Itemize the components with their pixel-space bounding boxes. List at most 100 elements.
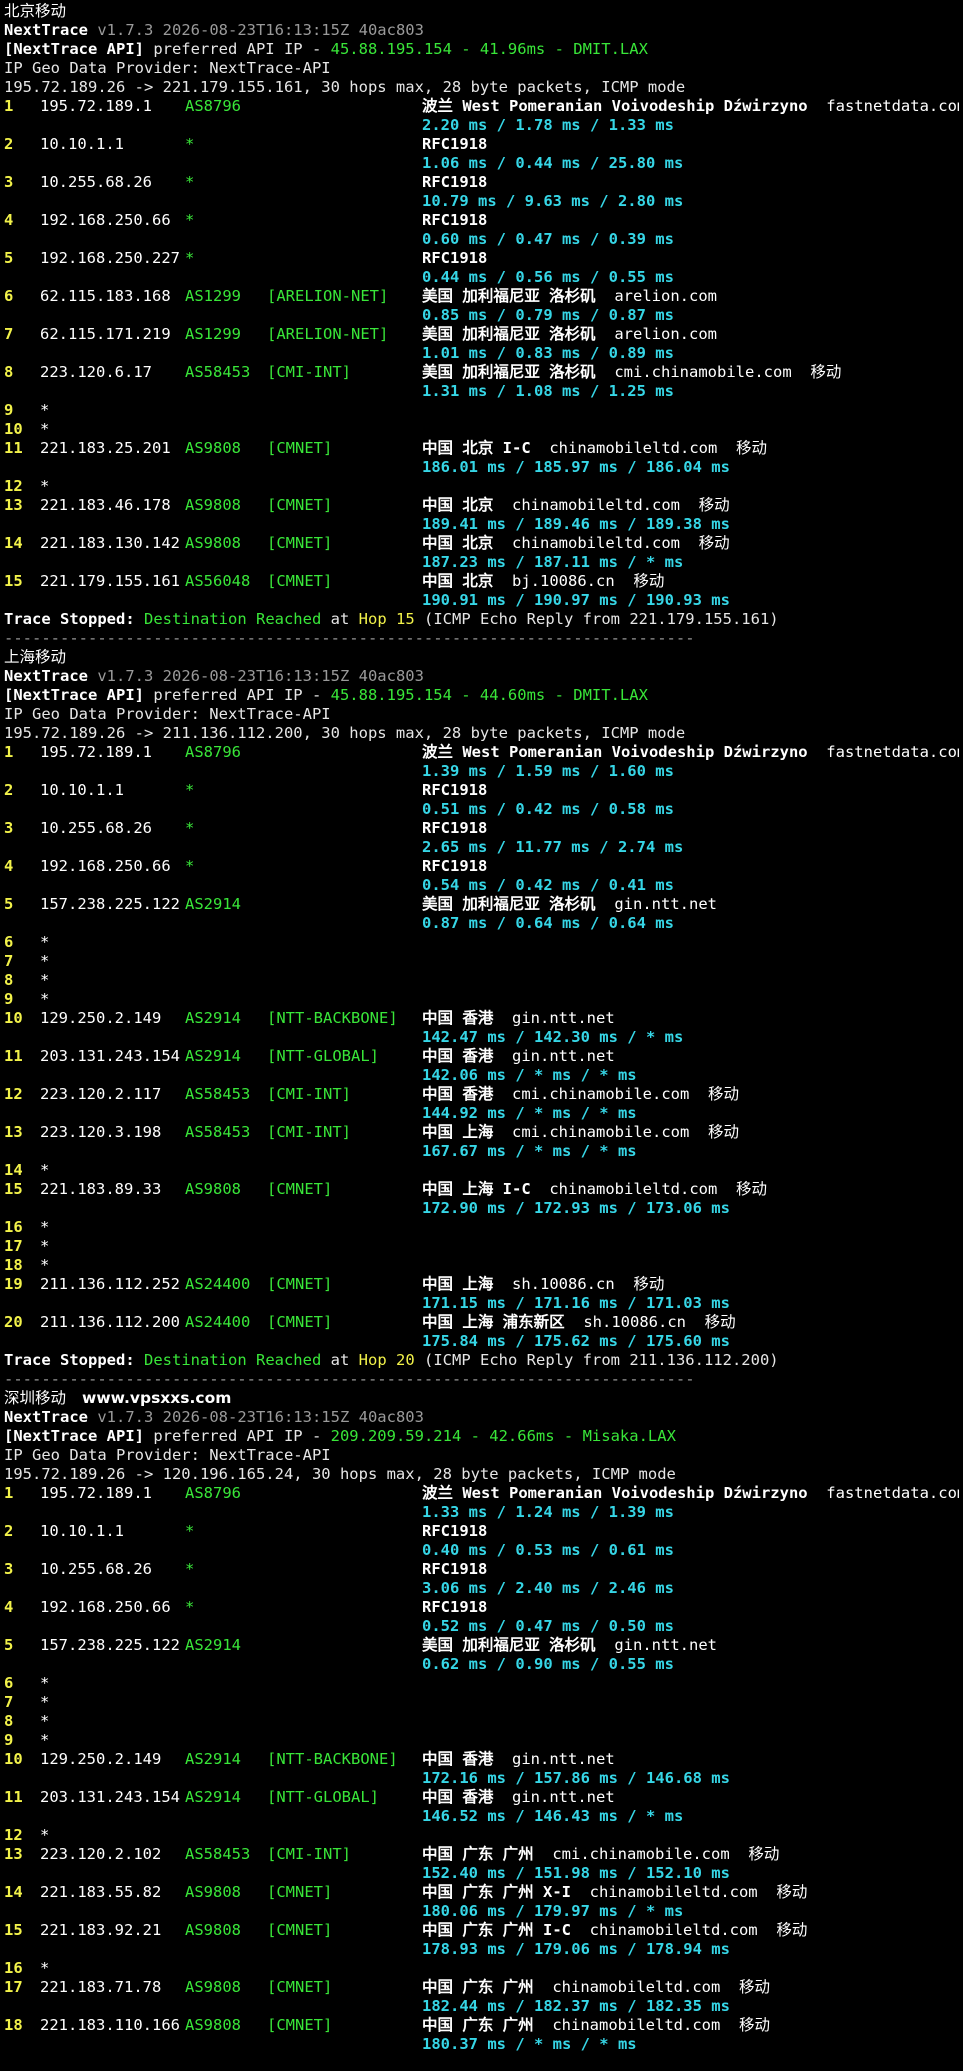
- hop-host: arelion.com: [614, 325, 717, 343]
- hop-row: 2 10.10.1.1 * RFC1918: [4, 781, 959, 800]
- hop-geo: 中国 香港 gin.ntt.net: [422, 1047, 959, 1066]
- hop-geo: 中国 广东 广州 I-C chinamobileltd.com 移动: [422, 1921, 959, 1940]
- hop-location: 中国 广东 广州 I-C: [422, 1921, 571, 1939]
- hop-geo: [422, 971, 959, 990]
- hop-row: 7 *: [4, 1693, 959, 1712]
- hop-row: 3 10.255.68.26 * RFC1918: [4, 173, 959, 192]
- hop-ip: *: [40, 990, 50, 1008]
- hop-geo: RFC1918: [422, 1598, 959, 1617]
- hop-asn: AS9808: [185, 1921, 241, 1939]
- hop-asn: *: [185, 781, 195, 799]
- hop-ip: 223.120.3.198: [40, 1123, 162, 1141]
- hop-geo: 美国 加利福尼亚 洛杉矶 arelion.com: [422, 325, 959, 344]
- hop-tag: [CMNET]: [267, 2016, 333, 2034]
- hop-location: 中国 香港: [422, 1047, 494, 1065]
- nexttrace-label: NextTrace: [4, 21, 88, 39]
- hop-row: 8 *: [4, 971, 959, 990]
- hop-location: 中国 上海: [422, 1275, 494, 1293]
- hop-number: 8: [4, 1712, 14, 1730]
- hop-number: 7: [4, 1693, 14, 1711]
- hop-tag: [267, 990, 422, 1009]
- hop-ip: *: [40, 420, 50, 438]
- hop-location: 中国 北京: [422, 496, 494, 514]
- api-line: [NextTrace API] preferred API IP - 45.88…: [4, 40, 959, 59]
- hop-rtt: 146.52 ms / 146.43 ms / * ms: [422, 1807, 684, 1825]
- hop-host: chinamobileltd.com: [552, 2016, 721, 2034]
- hop-row: 12 *: [4, 477, 959, 496]
- hop-location: 中国 广东 广州: [422, 1978, 534, 1996]
- hop-tag: [CMNET]: [267, 1921, 333, 1939]
- hop-number: 1: [4, 97, 14, 115]
- hop-tag: [CMNET]: [267, 1978, 333, 1996]
- trace-stopped-label: Trace Stopped:: [4, 610, 135, 628]
- hop-geo: [422, 1256, 959, 1275]
- hop-tag: [267, 781, 422, 800]
- hop-asn: AS24400: [185, 1313, 251, 1331]
- hop-row: 16 *: [4, 1959, 959, 1978]
- hop-row: 11 203.131.243.154 AS2914 [NTT-GLOBAL] 中国 香港…: [4, 1788, 959, 1807]
- hop-rtt: 2.65 ms / 11.77 ms / 2.74 ms: [422, 838, 684, 856]
- section-heading: 北京移动: [4, 2, 959, 21]
- hop-location: 中国 香港: [422, 1788, 494, 1806]
- hop-geo: 中国 上海 I-C chinamobileltd.com 移动: [422, 1180, 959, 1199]
- hop-location: RFC1918: [422, 211, 488, 229]
- destination-reached: Destination Reached: [144, 610, 322, 628]
- trace-stopped-label: Trace Stopped:: [4, 1351, 135, 1369]
- hop-ip: *: [40, 477, 50, 495]
- hop-rtt: 0.40 ms / 0.53 ms / 0.61 ms: [422, 1541, 674, 1559]
- route-line: 195.72.189.26 -> 120.196.165.24, 30 hops…: [4, 1465, 676, 1483]
- hop-tag: [267, 1161, 422, 1180]
- hop-asn: [185, 477, 267, 496]
- hop-isp: 移动: [739, 1978, 771, 1996]
- hop-ip: 223.120.2.117: [40, 1085, 162, 1103]
- hop-asn: AS9808: [185, 1978, 241, 1996]
- hop-ip: 192.168.250.227: [40, 249, 180, 267]
- watermark-site: www.vpsxxs.com: [82, 1389, 232, 1407]
- hop-number: 12: [4, 1826, 23, 1844]
- hop-ip: 221.179.155.161: [40, 572, 180, 590]
- hop-isp: 移动: [698, 496, 730, 514]
- hop-geo: 中国 广东 广州 cmi.chinamobile.com 移动: [422, 1845, 959, 1864]
- hop-geo: 美国 加利福尼亚 洛杉矶 gin.ntt.net: [422, 895, 959, 914]
- geo-provider: IP Geo Data Provider: NextTrace-API: [4, 1446, 331, 1464]
- hop-ip: 211.136.112.252: [40, 1275, 180, 1293]
- hop-ip: 221.183.25.201: [40, 439, 171, 457]
- hop-number: 20: [4, 1313, 23, 1331]
- hop-row: 14 221.183.55.82 AS9808 [CMNET] 中国 广东 广州 X-I…: [4, 1883, 959, 1902]
- hop-ip: 157.238.225.122: [40, 1636, 180, 1654]
- hop-geo: RFC1918: [422, 1560, 959, 1579]
- hop-rtt: 1.31 ms / 1.08 ms / 1.25 ms: [422, 382, 674, 400]
- hop-number: 4: [4, 1598, 14, 1616]
- hop-row: 14 221.183.130.142 AS9808 [CMNET] 中国 北京 chin…: [4, 534, 959, 553]
- hop-number: 1: [4, 1484, 14, 1502]
- hop-row: 1 195.72.189.1 AS8796 波兰 West Pomeranian Vo…: [4, 743, 959, 762]
- hop-asn: AS56048: [185, 572, 251, 590]
- hop-rtt: 0.62 ms / 0.90 ms / 0.55 ms: [422, 1655, 674, 1673]
- hop-ip: *: [40, 952, 50, 970]
- hop-host: cmi.chinamobile.com: [512, 1085, 690, 1103]
- hop-row: 14 *: [4, 1161, 959, 1180]
- hop-tag: [CMI-INT]: [267, 1845, 351, 1863]
- hop-tag: [267, 401, 422, 420]
- hop-ip: 195.72.189.1: [40, 97, 152, 115]
- hop-ip: *: [40, 1731, 50, 1749]
- route-line: 195.72.189.26 -> 221.179.155.161, 30 hop…: [4, 78, 686, 96]
- hop-ip: 195.72.189.1: [40, 1484, 152, 1502]
- hop-geo: [422, 1826, 959, 1845]
- hop-geo: [422, 1237, 959, 1256]
- hop-row: 4 192.168.250.66 * RFC1918: [4, 1598, 959, 1617]
- hop-rtt: 0.54 ms / 0.42 ms / 0.41 ms: [422, 876, 674, 894]
- hop-row: 4 192.168.250.66 * RFC1918: [4, 857, 959, 876]
- hop-location: 波兰 West Pomeranian Voivodeship Dźwirzyno: [422, 97, 808, 115]
- hop-geo: [422, 990, 959, 1009]
- hop-geo: RFC1918: [422, 211, 959, 230]
- hop-location: 中国 广东 广州 X-I: [422, 1883, 571, 1901]
- hop-host: chinamobileltd.com: [549, 439, 718, 457]
- stop-hop: Hop 15: [358, 610, 415, 628]
- hop-geo: 中国 上海 sh.10086.cn 移动: [422, 1275, 959, 1294]
- hop-asn: AS9808: [185, 534, 241, 552]
- hop-tag: [267, 211, 422, 230]
- hop-host: bj.10086.cn: [512, 572, 615, 590]
- hop-location: 中国 北京: [422, 572, 494, 590]
- section-title: 上海移动: [4, 648, 67, 666]
